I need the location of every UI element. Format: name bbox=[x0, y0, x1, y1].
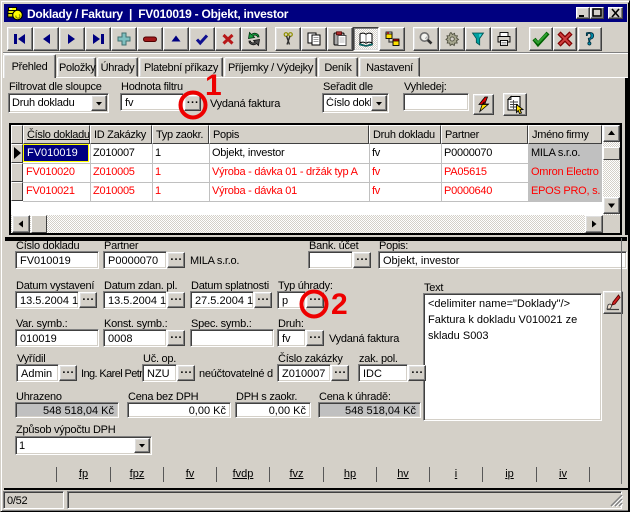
svg-text:1: 1 bbox=[205, 69, 222, 102]
svg-text:2: 2 bbox=[331, 288, 348, 321]
